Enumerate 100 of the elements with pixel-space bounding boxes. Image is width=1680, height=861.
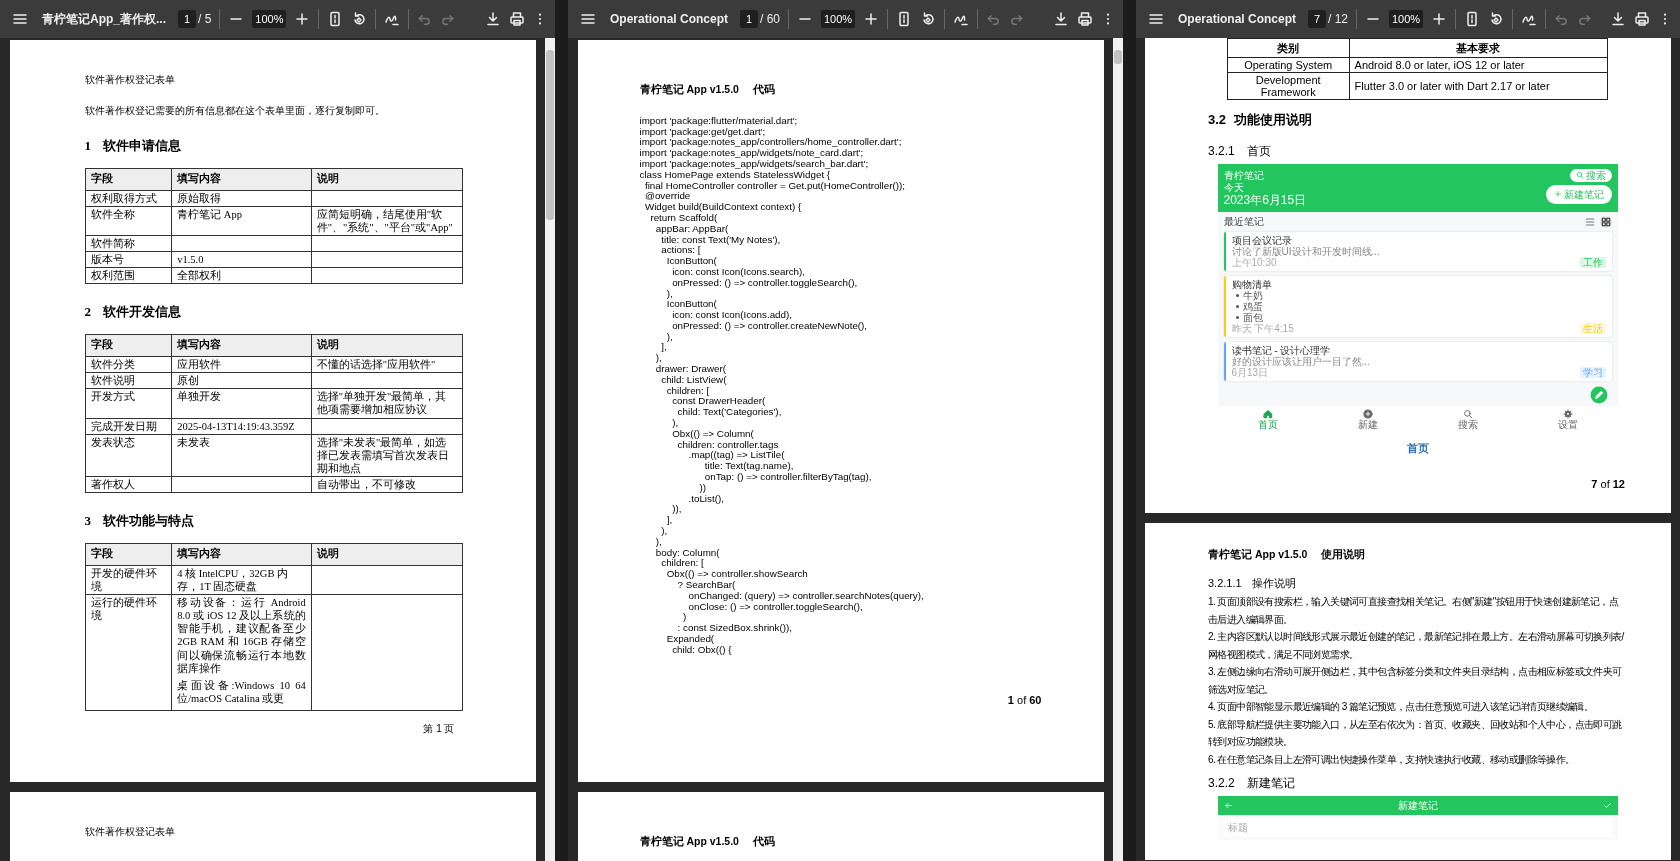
search-icon — [1575, 171, 1584, 180]
document-title: 青柠笔记App_著作权... — [42, 11, 166, 28]
plus-icon — [1553, 190, 1562, 199]
heading-number: 3.2.1.1 — [1208, 575, 1242, 591]
table-cell: 版本号 — [85, 251, 172, 268]
code-line: : const SizedBox.shrink()), — [676, 623, 793, 634]
code-line: child: Text('Categories'), — [676, 407, 783, 419]
code-line: appBar: AppBar( — [654, 223, 730, 235]
nav-tab[interactable]: 首页 — [1257, 408, 1278, 430]
zoom-in-icon[interactable] — [863, 11, 880, 27]
table-cell: 权利范围 — [85, 267, 172, 284]
scrollbar[interactable] — [1113, 38, 1123, 861]
check-icon[interactable] — [1602, 801, 1612, 811]
page-number-label: 7 of 12 — [1591, 477, 1625, 493]
table-cell: 原始取得 — [171, 190, 312, 207]
plus-circle-icon — [1362, 408, 1373, 419]
section-label: 使用说明 — [1321, 546, 1366, 562]
table-cell: 完成开发日期 — [85, 418, 172, 435]
column-header: 说明 — [311, 543, 462, 566]
menu-icon[interactable] — [1148, 11, 1164, 27]
note-time: 上午10:30 — [1231, 256, 1277, 268]
download-icon[interactable] — [485, 11, 501, 27]
code-line: Obx(() => controller.showSearch — [665, 569, 809, 580]
heading-number: 3 — [84, 512, 91, 531]
bullet-icon — [1235, 315, 1239, 319]
code-line: const DrawerHeader( — [671, 396, 767, 408]
code-line: import 'package:flutter/material.dart'; — [639, 115, 799, 127]
code-line: @override — [643, 191, 692, 203]
note-card[interactable]: 购物清单 牛奶 鸡蛋 面包 昨天 下午4:15 生活 — [1223, 275, 1612, 337]
code-line: ], — [665, 515, 674, 527]
code-line: class HomePage extends StatelessWidget { — [639, 169, 831, 181]
page-number-field[interactable]: 1 — [178, 10, 196, 28]
zoom-level-field[interactable]: 100% — [821, 10, 856, 28]
code-line: ], — [661, 342, 667, 354]
download-icon[interactable] — [1053, 11, 1069, 27]
nav-tab[interactable]: 设置 — [1557, 408, 1578, 430]
column-header: 填写内容 — [171, 334, 312, 357]
column-header: 字段 — [85, 543, 172, 566]
column-header: 填写内容 — [171, 168, 312, 191]
instruction-paragraph: 4. 页面中部智能显示最近编辑的 3 篇笔记预览，点击任意预览可进入该笔记详情页继续编辑。 — [1208, 700, 1595, 715]
document-title: Operational Concept — [610, 11, 728, 28]
heading-text: 操作说明 — [1251, 575, 1296, 591]
scrollbar[interactable] — [545, 38, 555, 861]
zoom-level-field[interactable]: 100% — [252, 10, 287, 28]
page-number-field[interactable]: 1 — [740, 10, 758, 28]
code-line: icon: const Icon(Icons.add), — [671, 310, 793, 321]
code-line: onChanged: (query) => controller.searchNotes(query), — [688, 590, 925, 602]
menu-icon[interactable] — [12, 11, 28, 27]
note-tag: 工作 — [1579, 256, 1606, 268]
code-line: ), — [661, 526, 669, 537]
rotate-icon[interactable] — [351, 11, 368, 27]
title-field[interactable]: 标题 — [1223, 818, 1612, 838]
code-line: import 'package:notes_app/widgets/search_bar.dart'; — [639, 158, 870, 170]
grid-view-icon[interactable] — [1599, 215, 1612, 228]
print-icon[interactable] — [509, 11, 525, 27]
nav-tab[interactable]: 新建 — [1357, 408, 1378, 430]
code-line: onClose: () => controller.toggleSearch(), — [687, 601, 863, 613]
section-label: 代码 — [752, 82, 775, 97]
code-line: body: Column( — [654, 547, 721, 559]
nav-tab[interactable]: 搜索 — [1457, 408, 1478, 430]
zoom-in-icon[interactable] — [1431, 11, 1448, 27]
code-line: title: const Text('My Notes'), — [661, 234, 782, 246]
bullet-icon — [1235, 293, 1239, 297]
table-cell: 未发表 — [171, 434, 312, 477]
page-number-label: 1 of 60 — [1007, 692, 1042, 708]
column-header: 说明 — [311, 168, 462, 191]
code-line: Expanded( — [665, 634, 716, 645]
table-cell: Flutter 3.0 or later with Dart 2.17 or later — [1349, 72, 1608, 100]
heading-number: 1 — [84, 137, 91, 155]
instruction-paragraph: 5. 底部导航栏提供主要功能入口，从左至右依次为：首页、收藏夹、回收站和个人中心，点击即可跳转到对应功能模块。 — [1208, 717, 1623, 750]
rotate-icon[interactable] — [1488, 11, 1505, 27]
zoom-in-icon[interactable] — [294, 11, 311, 27]
code-line: import 'package:get/get.dart'; — [639, 126, 766, 138]
column-header: 字段 — [85, 168, 172, 191]
table-cell: 发表状态 — [85, 434, 172, 477]
heading-number: 3.2 — [1208, 111, 1227, 130]
code-line: icon: const Icon(Icons.search), — [672, 266, 807, 278]
heading-text: 首页 — [1246, 142, 1271, 160]
note-card[interactable]: 项目会议记录 讨论了新版UI设计和开发时间线... 上午10:30 工作 — [1223, 231, 1612, 271]
page-number-field[interactable]: 7 — [1308, 10, 1326, 28]
app-title: 青柠笔记 — [1223, 169, 1264, 181]
code-line: Widget build(BuildContext context) { — [643, 202, 803, 213]
print-icon[interactable] — [1077, 11, 1093, 27]
note-card[interactable]: 读书笔记 - 设计心理学 好的设计应该让用户一目了然... 6月13日 学习 — [1223, 341, 1612, 381]
section-label: 代码 — [752, 834, 775, 849]
heading-text: 软件功能与特点 — [103, 512, 194, 531]
note-tag: 生活 — [1579, 322, 1606, 334]
code-line: IconButton( — [665, 256, 718, 267]
note-title: 项目会议记录 — [1231, 234, 1293, 246]
print-icon[interactable] — [1634, 11, 1650, 27]
download-icon[interactable] — [1610, 11, 1626, 27]
table-cell: 开发的硬件环境 — [85, 565, 172, 595]
table-cell: 不懂的话选择"应用软件" — [311, 356, 462, 373]
note-time: 昨天 下午4:15 — [1231, 322, 1294, 334]
rotate-icon[interactable] — [920, 11, 937, 27]
table-cell: 青柠笔记 App — [171, 206, 312, 236]
zoom-level-field[interactable]: 100% — [1389, 10, 1424, 28]
heading-number: 3.2.1 — [1208, 142, 1235, 160]
menu-icon[interactable] — [580, 11, 596, 27]
column-header: 说明 — [311, 334, 462, 357]
